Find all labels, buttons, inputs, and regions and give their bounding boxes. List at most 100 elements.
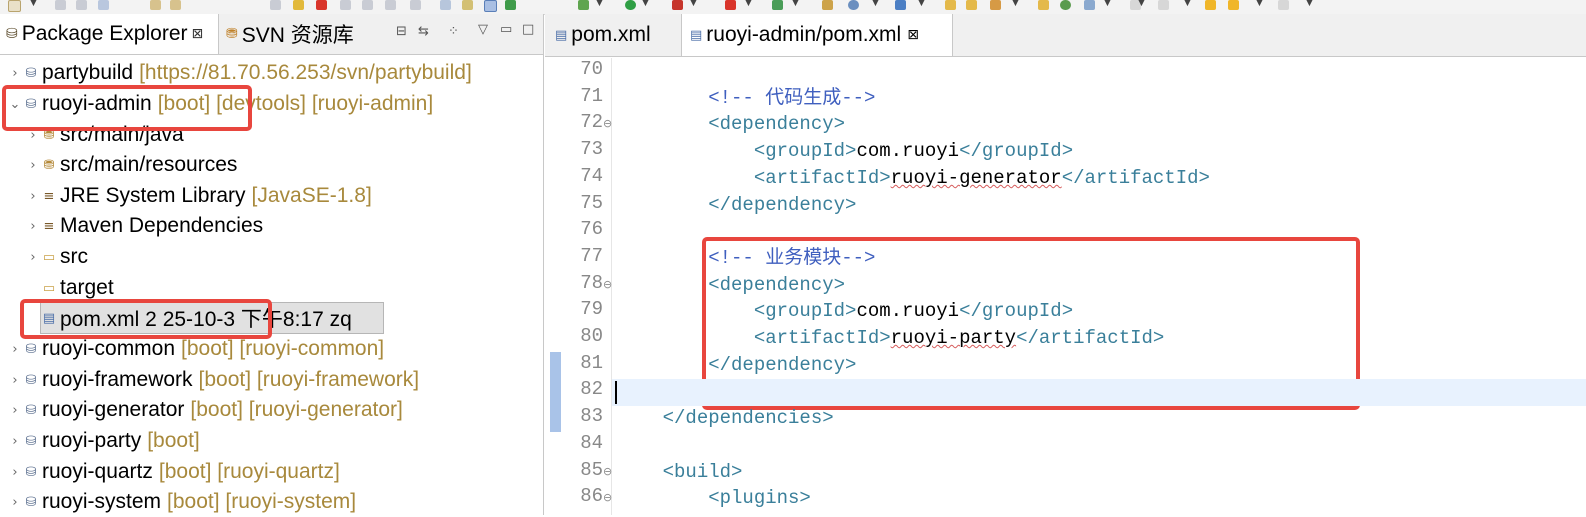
- expand-chevron-icon[interactable]: ›: [26, 189, 40, 204]
- debug-icon[interactable]: [578, 0, 589, 10]
- text-caret: [615, 381, 617, 404]
- expand-chevron-icon[interactable]: ›: [8, 465, 22, 480]
- chevron-down-icon[interactable]: ▼: [30, 0, 37, 8]
- step-over-icon[interactable]: [385, 0, 396, 10]
- search-icon[interactable]: [1084, 0, 1095, 10]
- tab-svn-repository[interactable]: ⛃ SVN 资源库: [220, 14, 358, 54]
- chevron-down-icon[interactable]: ▼: [918, 0, 925, 8]
- expand-chevron-icon[interactable]: ›: [8, 495, 22, 510]
- open-type-icon[interactable]: [170, 0, 181, 10]
- tree-item-label: ruoyi-party: [42, 429, 142, 452]
- open-folder-icon[interactable]: [966, 0, 977, 10]
- expand-chevron-icon[interactable]: ›: [8, 342, 22, 357]
- tree-item-label: JRE System Library: [60, 184, 246, 207]
- run-icon[interactable]: [625, 0, 636, 10]
- expand-chevron-icon[interactable]: ›: [26, 219, 40, 234]
- terminate-icon[interactable]: [316, 0, 327, 10]
- chevron-down-icon[interactable]: ▼: [1306, 0, 1313, 8]
- chevron-down-icon[interactable]: ▼: [1104, 0, 1111, 8]
- tab-pom-xml[interactable]: ▤ pom.xml: [547, 14, 677, 56]
- chevron-down-icon[interactable]: ▼: [596, 0, 603, 8]
- chevron-down-icon[interactable]: ▼: [642, 0, 649, 8]
- svn-icon: ⛃: [226, 26, 238, 42]
- code-line: <artifactId>ruoyi-generator</artifactId>: [753, 166, 1210, 189]
- disconnect-icon[interactable]: [340, 0, 351, 10]
- chevron-down-icon[interactable]: ▼: [690, 0, 697, 8]
- tree-item[interactable]: › ▭ src: [26, 242, 88, 272]
- tab-label: pom.xml: [571, 23, 651, 46]
- main-toolbar: ▼ ▼ ▼ ▼ ▼ ▼ ▼ ▼ ▼ ▼ ▼ ▼ ▼ ▼: [0, 0, 1586, 15]
- close-icon[interactable]: ⊠: [907, 27, 919, 43]
- coverage-icon[interactable]: [672, 0, 683, 10]
- tab-ruoyi-admin-pom-xml[interactable]: ▤ ruoyi-admin/pom.xml ⊠: [681, 14, 953, 56]
- save-icon[interactable]: [55, 0, 66, 10]
- debug-skip-icon[interactable]: [270, 0, 281, 10]
- highlight-box: [20, 299, 272, 339]
- tab-label: Package Explorer: [21, 22, 188, 45]
- chevron-down-icon[interactable]: ▼: [792, 0, 799, 8]
- open-folder-icon[interactable]: [1038, 0, 1049, 10]
- tree-item[interactable]: › ⛃ src/main/resources: [26, 150, 237, 180]
- collapse-all-icon[interactable]: ⊟: [396, 24, 407, 39]
- back-icon[interactable]: [1205, 0, 1216, 10]
- toggle-breadcrumb-icon[interactable]: [440, 0, 451, 10]
- forward-icon[interactable]: [1278, 0, 1289, 10]
- save-all-icon[interactable]: [76, 0, 87, 10]
- tree-item[interactable]: › ⛁ partybuild [https://81.70.56.253/svn/pa…: [8, 58, 471, 88]
- tree-item-label: src: [60, 245, 88, 268]
- minimize-icon[interactable]: ▭: [500, 22, 512, 37]
- fold-toggle-icon[interactable]: ⊖: [603, 117, 612, 130]
- chevron-down-icon[interactable]: ▼: [1138, 0, 1145, 8]
- tree-item[interactable]: › ⛁ ruoyi-quartz [boot] [ruoyi-quartz]: [8, 457, 339, 487]
- chevron-down-icon[interactable]: ▼: [1256, 0, 1263, 8]
- mark-occurrences-icon[interactable]: [462, 0, 473, 10]
- chevron-down-icon[interactable]: ▼: [872, 0, 879, 8]
- tree-item[interactable]: › ⛁ ruoyi-party [boot]: [8, 426, 199, 456]
- expand-chevron-icon[interactable]: ›: [26, 250, 40, 265]
- close-icon[interactable]: ⊠: [192, 26, 204, 42]
- globe-icon[interactable]: [848, 0, 859, 10]
- wand-icon[interactable]: [990, 0, 1001, 10]
- back-icon[interactable]: [1228, 0, 1239, 10]
- step-return-icon[interactable]: [410, 0, 421, 10]
- chevron-down-icon[interactable]: ▼: [1012, 0, 1019, 8]
- line-number: 77: [580, 244, 603, 267]
- svn-icon[interactable]: [505, 0, 516, 10]
- block-selection-icon[interactable]: [484, 0, 497, 12]
- tree-item-decoration: [JavaSE-1.8]: [251, 184, 372, 207]
- tab-package-explorer[interactable]: ⛁ Package Explorer ⊠: [0, 14, 219, 54]
- expand-chevron-icon[interactable]: ›: [26, 158, 40, 173]
- last-edit-icon[interactable]: [1158, 0, 1169, 10]
- tree-item[interactable]: › ≡ Maven Dependencies: [26, 211, 263, 241]
- maximize-icon[interactable]: □: [522, 22, 534, 37]
- filter-icon[interactable]: ⁘: [448, 24, 459, 39]
- left-tabbar: ⛁ Package Explorer ⊠ ⛃ SVN 资源库 ⊟ ⇆ ⁘ ▽ ▭…: [0, 14, 543, 55]
- fold-toggle-icon[interactable]: ⊖: [603, 278, 612, 291]
- expand-chevron-icon[interactable]: ›: [8, 403, 22, 418]
- tree-item[interactable]: › ⛁ ruoyi-system [boot] [ruoyi-system]: [8, 487, 356, 517]
- tree-item[interactable]: › ⛁ ruoyi-generator [boot] [ruoyi-generator…: [8, 395, 402, 425]
- fold-toggle-icon[interactable]: ⊖: [603, 491, 612, 504]
- new-icon[interactable]: [8, 0, 21, 12]
- step-into-icon[interactable]: [362, 0, 373, 10]
- tasks-icon[interactable]: [150, 0, 161, 10]
- server-stop-icon[interactable]: [725, 0, 736, 10]
- server-icon[interactable]: [895, 0, 906, 10]
- tree-item[interactable]: › ≡ JRE System Library [JavaSE-1.8]: [26, 181, 372, 211]
- expand-chevron-icon[interactable]: ›: [8, 434, 22, 449]
- external-tools-icon[interactable]: [772, 0, 783, 10]
- expand-chevron-icon[interactable]: ›: [8, 373, 22, 388]
- open-folder-icon[interactable]: [945, 0, 956, 10]
- print-icon[interactable]: [98, 0, 109, 10]
- link-with-editor-icon[interactable]: ⇆: [418, 24, 429, 39]
- resume-icon[interactable]: [293, 0, 304, 10]
- chevron-down-icon[interactable]: ▼: [1184, 0, 1191, 8]
- expand-chevron-icon[interactable]: ›: [8, 66, 22, 81]
- new-java-project-icon[interactable]: [822, 0, 833, 10]
- tree-item[interactable]: › ⛁ ruoyi-framework [boot] [ruoyi-framework…: [8, 365, 419, 395]
- globe-icon[interactable]: [1060, 0, 1071, 10]
- line-number: 76: [580, 218, 603, 241]
- fold-toggle-icon[interactable]: ⊖: [603, 465, 612, 478]
- chevron-down-icon[interactable]: ▼: [745, 0, 752, 8]
- view-menu-icon[interactable]: ▽: [478, 22, 488, 37]
